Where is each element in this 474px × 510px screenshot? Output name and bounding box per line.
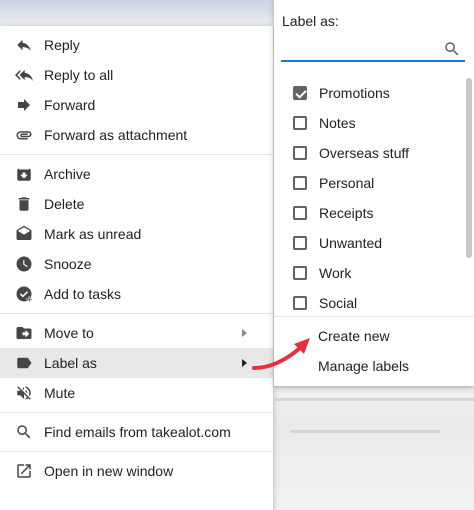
background-stripe [290, 430, 440, 433]
label-option-overseas-stuff[interactable]: Overseas stuff [274, 138, 464, 168]
label-checkbox[interactable] [293, 146, 307, 160]
context-menu: Reply Reply to all Forward Forward as at… [0, 26, 273, 510]
search-icon[interactable] [443, 40, 461, 58]
label-list-scrollbar[interactable] [466, 78, 472, 258]
label-checkbox[interactable] [293, 266, 307, 280]
reply-all-icon [14, 65, 34, 85]
label-as-menu-item[interactable]: Label as [0, 348, 273, 378]
forward-menu-item[interactable]: Forward [0, 90, 273, 120]
menu-item-label: Mute [44, 385, 76, 401]
find-emails-menu-item[interactable]: Find emails from takealot.com [0, 417, 273, 447]
label-option-social[interactable]: Social [274, 288, 464, 310]
open-new-window-icon [14, 461, 34, 481]
label-option-name: Social [319, 295, 358, 310]
menu-group-window: Open in new window [0, 452, 273, 490]
menu-item-label: Archive [44, 166, 91, 182]
archive-icon [14, 164, 34, 184]
menu-item-label: Find emails from takealot.com [44, 424, 231, 440]
snooze-menu-item[interactable]: Snooze [0, 249, 273, 279]
label-option-name: Promotions [319, 85, 390, 101]
label-option-promotions[interactable]: Promotions [274, 78, 464, 108]
mute-menu-item[interactable]: Mute [0, 378, 273, 408]
label-option-name: Work [319, 265, 352, 281]
clock-icon [14, 254, 34, 274]
menu-group-find: Find emails from takealot.com [0, 413, 273, 451]
label-option-receipts[interactable]: Receipts [274, 198, 464, 228]
label-checkbox[interactable] [293, 236, 307, 250]
label-icon [14, 353, 34, 373]
label-search-field [281, 36, 465, 62]
menu-item-label: Open in new window [44, 463, 174, 479]
menu-item-label: Reply to all [44, 67, 114, 83]
menu-item-label: Move to [44, 325, 94, 341]
forward-as-attachment-menu-item[interactable]: Forward as attachment [0, 120, 273, 150]
create-new-label-button[interactable]: Create new [274, 321, 474, 351]
reply-icon [14, 35, 34, 55]
label-option-name: Personal [319, 175, 375, 191]
label-option-work[interactable]: Work [274, 258, 464, 288]
mark-as-unread-menu-item[interactable]: Mark as unread [0, 219, 273, 249]
trash-icon [14, 194, 34, 214]
label-menu-divider [274, 316, 474, 317]
forward-icon [14, 95, 34, 115]
menu-item-label: Reply [44, 37, 80, 53]
label-checkbox-checked[interactable] [293, 86, 307, 100]
mark-unread-icon [14, 224, 34, 244]
menu-item-label: Snooze [44, 256, 92, 272]
label-checkbox[interactable] [293, 176, 307, 190]
move-to-menu-item[interactable]: Move to [0, 318, 273, 348]
manage-labels-button[interactable]: Manage labels [274, 351, 474, 381]
chevron-right-icon [242, 329, 247, 337]
label-as-title: Label as: [282, 13, 339, 29]
menu-group-labels: Move to Label as Mute [0, 314, 273, 412]
menu-group-respond: Reply Reply to all Forward Forward as at… [0, 26, 273, 154]
add-task-icon [14, 284, 34, 304]
label-option-name: Unwanted [319, 235, 383, 251]
attachment-icon [14, 125, 34, 145]
label-option-notes[interactable]: Notes [274, 108, 464, 138]
mute-icon [14, 383, 34, 403]
menu-item-label: Forward as attachment [44, 127, 188, 143]
chevron-right-icon [242, 359, 247, 367]
archive-menu-item[interactable]: Archive [0, 159, 273, 189]
delete-menu-item[interactable]: Delete [0, 189, 273, 219]
menu-item-label: Mark as unread [44, 226, 142, 242]
label-option-personal[interactable]: Personal [274, 168, 464, 198]
reply-all-menu-item[interactable]: Reply to all [0, 60, 273, 90]
add-to-tasks-menu-item[interactable]: Add to tasks [0, 279, 273, 309]
label-option-name: Notes [319, 115, 356, 131]
label-checkbox[interactable] [293, 206, 307, 220]
label-list: Promotions Notes Overseas stuff Personal… [274, 78, 464, 310]
menu-item-label: Delete [44, 196, 85, 212]
open-in-new-window-menu-item[interactable]: Open in new window [0, 456, 273, 486]
label-option-unwanted[interactable]: Unwanted [274, 228, 464, 258]
label-option-name: Receipts [319, 205, 374, 221]
search-icon [14, 422, 34, 442]
label-search-input[interactable] [281, 36, 465, 60]
menu-group-organize: Archive Delete Mark as unread Snooze Add… [0, 155, 273, 313]
menu-item-label: Add to tasks [44, 286, 122, 302]
label-option-name: Overseas stuff [319, 145, 410, 161]
move-to-icon [14, 323, 34, 343]
menu-item-label: Forward [44, 97, 96, 113]
background-stripe [275, 398, 474, 401]
menu-item-label: Label as [44, 355, 97, 371]
label-checkbox[interactable] [293, 116, 307, 130]
reply-menu-item[interactable]: Reply [0, 30, 273, 60]
label-checkbox[interactable] [293, 296, 307, 310]
